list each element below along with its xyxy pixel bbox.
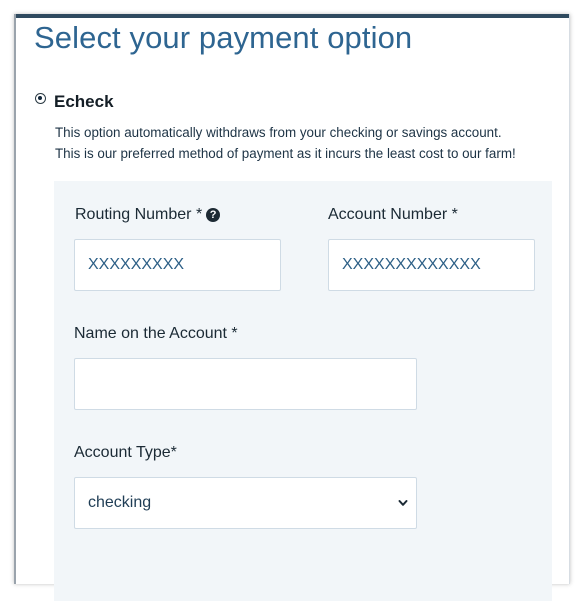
account-number-input[interactable]: XXXXXXXXXXXXX bbox=[328, 239, 535, 291]
description-line-1: This option automatically withdraws from… bbox=[55, 125, 502, 140]
account-name-label: Name on the Account * bbox=[74, 325, 238, 342]
account-number-label: Account Number * bbox=[328, 206, 458, 223]
payment-panel: Select your payment option Echeck This o… bbox=[14, 14, 570, 601]
routing-number-label-text: Routing Number * bbox=[75, 206, 203, 223]
description-line-2: This is our preferred method of payment … bbox=[55, 146, 516, 161]
echeck-label[interactable]: Echeck bbox=[54, 92, 114, 112]
account-name-input[interactable] bbox=[74, 358, 417, 410]
routing-number-label: Routing Number *? bbox=[75, 206, 221, 224]
chevron-down-icon bbox=[398, 500, 408, 506]
top-bar bbox=[16, 14, 569, 18]
page-title: Select your payment option bbox=[34, 20, 413, 55]
echeck-description: This option automatically withdraws from… bbox=[55, 122, 565, 164]
account-number-value: XXXXXXXXXXXXX bbox=[342, 256, 481, 273]
account-type-select[interactable]: checking bbox=[74, 477, 417, 529]
account-type-label: Account Type* bbox=[74, 444, 177, 461]
question-circle-icon[interactable]: ? bbox=[206, 208, 221, 222]
echeck-form: Routing Number *? XXXXXXXXX Account Numb… bbox=[54, 181, 552, 601]
routing-number-value: XXXXXXXXX bbox=[88, 256, 185, 273]
echeck-radio[interactable] bbox=[35, 93, 46, 104]
account-type-value: checking bbox=[88, 494, 152, 511]
routing-number-input[interactable]: XXXXXXXXX bbox=[74, 239, 281, 291]
